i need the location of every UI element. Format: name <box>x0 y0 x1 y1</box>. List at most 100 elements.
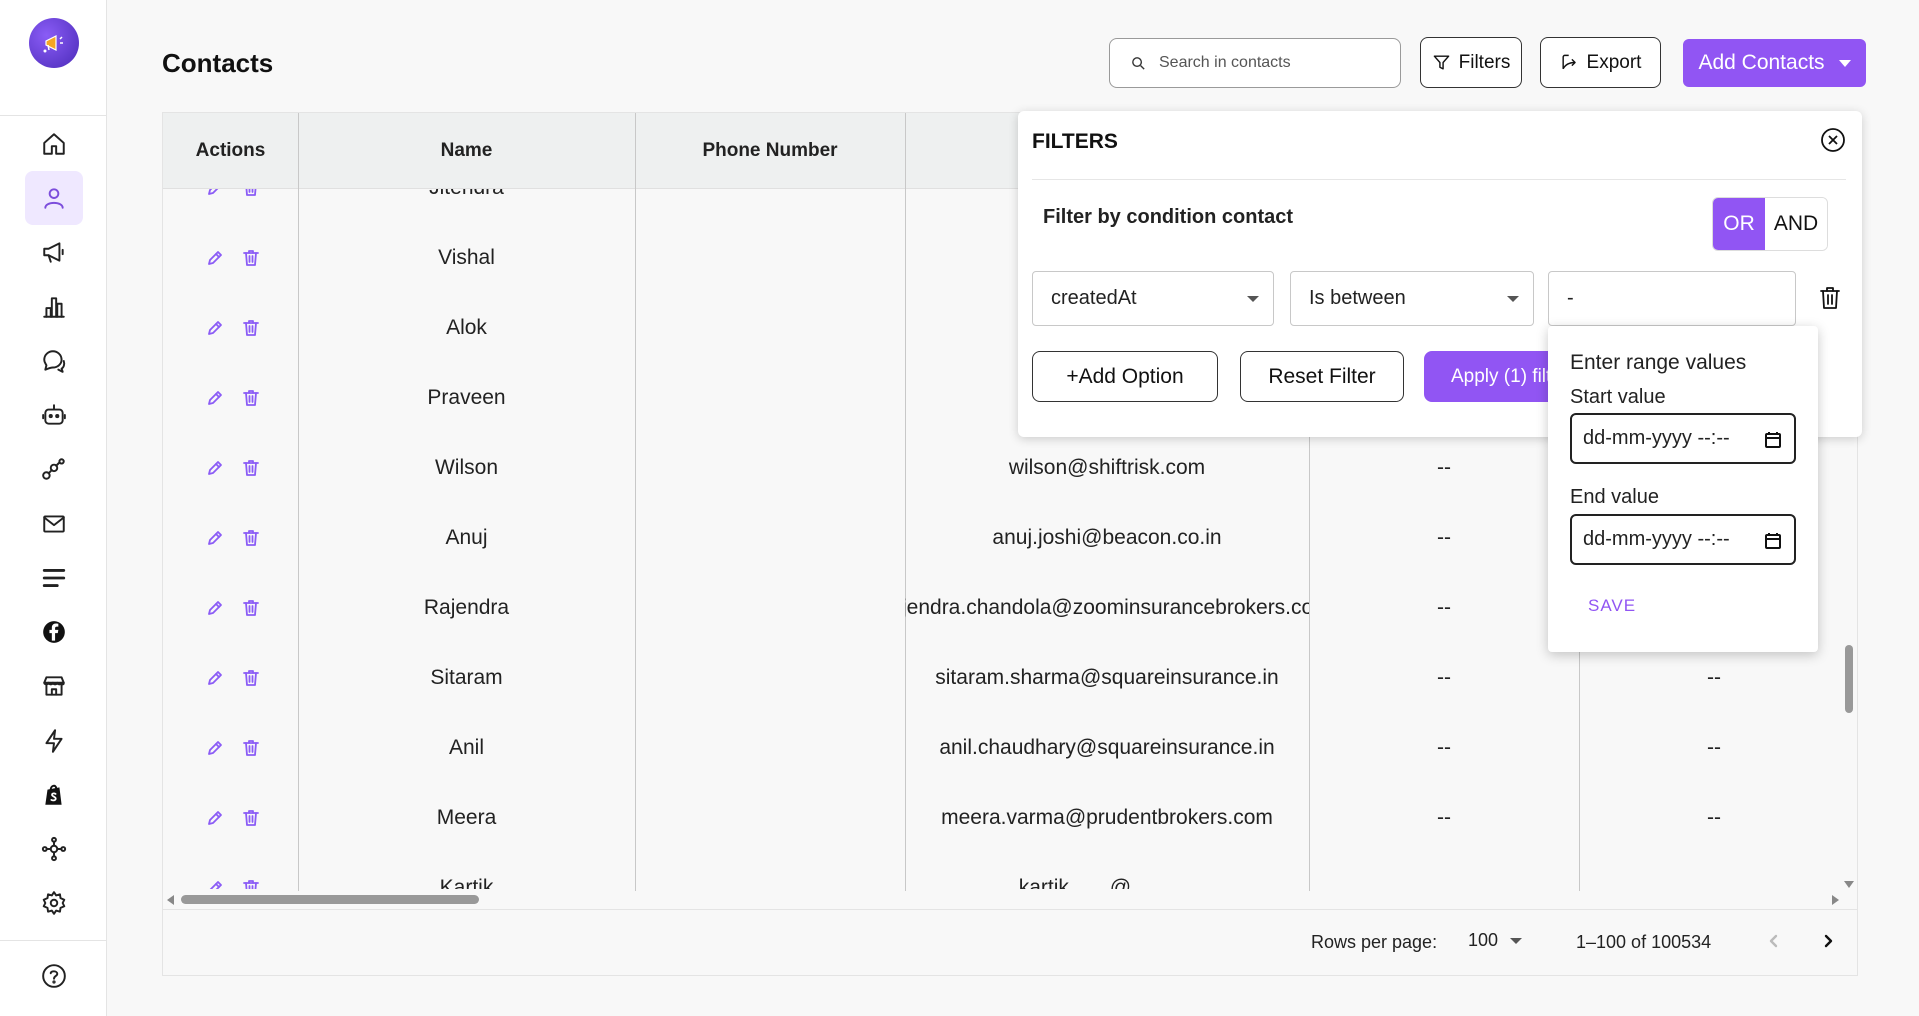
bar-chart-icon <box>43 297 65 318</box>
filter-funnel-icon <box>1433 55 1449 70</box>
scroll-left-arrow-icon[interactable] <box>167 895 174 905</box>
end-value-input[interactable]: dd-mm-yyyy --:-- <box>1570 514 1796 565</box>
chevron-right-icon <box>1824 934 1833 948</box>
edit-icon[interactable] <box>205 878 225 889</box>
delete-icon[interactable] <box>241 388 261 408</box>
table-row[interactable]: Anil anil.chaudhary@squareinsurance.in -- -… <box>163 713 1857 783</box>
cell-name: Meera <box>436 806 497 829</box>
edit-icon[interactable] <box>205 528 225 548</box>
filter-range-field[interactable]: - <box>1548 271 1796 326</box>
sidebar-item-email[interactable] <box>25 497 83 551</box>
filter-operator-select[interactable]: Is between <box>1290 271 1534 326</box>
delete-icon[interactable] <box>241 878 261 889</box>
logic-or-button[interactable]: OR <box>1713 198 1765 250</box>
cell-email: wilson@shiftrisk.com <box>1008 456 1206 479</box>
sidebar-item-bots[interactable] <box>25 388 83 442</box>
scroll-right-arrow-icon[interactable] <box>1832 895 1839 905</box>
next-page-button[interactable] <box>1813 926 1843 956</box>
vertical-scrollbar[interactable] <box>1843 533 1855 893</box>
chevron-left-icon <box>1769 934 1778 948</box>
vertical-scroll-thumb[interactable] <box>1845 645 1853 713</box>
logic-and-button[interactable]: AND <box>1765 198 1827 250</box>
add-contacts-label: Add Contacts <box>1698 51 1825 74</box>
edit-icon[interactable] <box>205 318 225 338</box>
table-row[interactable]: Kartik kartik.......@........... <box>163 853 1857 889</box>
edit-icon[interactable] <box>205 458 225 478</box>
horizontal-scrollbar[interactable] <box>163 891 1857 907</box>
cell-phone <box>635 223 905 293</box>
cell-email: sitaram.sharma@squareinsurance.in <box>935 666 1279 689</box>
row-actions <box>163 189 303 223</box>
start-value-input[interactable]: dd-mm-yyyy --:-- <box>1570 413 1796 464</box>
cell-name: Wilson <box>434 456 498 479</box>
flow-icon <box>42 458 65 480</box>
add-contacts-button[interactable]: Add Contacts <box>1683 39 1866 87</box>
cell-name: Rajendra <box>423 596 510 619</box>
cell-email: rajendra.chandola@zoominsurancebrokers.c… <box>905 596 1309 619</box>
row-actions <box>163 223 303 293</box>
sidebar-item-help[interactable] <box>25 949 83 1003</box>
delete-icon[interactable] <box>241 598 261 618</box>
apply-filter-button[interactable]: Apply (1) filter <box>1424 351 1566 402</box>
filter-field-select[interactable]: createdAt <box>1032 271 1274 326</box>
search-input[interactable] <box>1159 54 1399 72</box>
row-actions <box>163 363 303 433</box>
calendar-icon[interactable] <box>1764 431 1782 449</box>
app-logo[interactable] <box>29 18 79 68</box>
calendar-icon[interactable] <box>1764 532 1782 550</box>
delete-icon[interactable] <box>241 738 261 758</box>
column-header-phone[interactable]: Phone Number <box>635 113 905 189</box>
sidebar-item-home[interactable] <box>25 117 83 171</box>
edit-icon[interactable] <box>205 189 225 198</box>
cell-phone <box>635 643 905 713</box>
cell-email: anuj.joshi@beacon.co.in <box>992 526 1222 549</box>
edit-icon[interactable] <box>205 668 225 688</box>
scroll-down-arrow-icon[interactable] <box>1844 881 1854 888</box>
sidebar-item-templates[interactable] <box>25 551 83 605</box>
delete-icon[interactable] <box>241 668 261 688</box>
close-filters-button[interactable] <box>1820 127 1846 153</box>
edit-icon[interactable] <box>205 598 225 618</box>
sidebar-item-contacts[interactable] <box>25 171 83 225</box>
row-actions <box>163 853 303 889</box>
edit-icon[interactable] <box>205 738 225 758</box>
filter-operator-value: Is between <box>1309 287 1406 309</box>
cell-phone <box>635 363 905 433</box>
previous-page-button[interactable] <box>1759 926 1789 956</box>
sidebar-item-integrations[interactable] <box>25 822 83 876</box>
column-header-name[interactable]: Name <box>298 113 635 189</box>
rows-per-page-select[interactable]: 100 <box>1468 930 1523 951</box>
search-box[interactable] <box>1109 38 1401 88</box>
delete-icon[interactable] <box>241 248 261 268</box>
table-row[interactable]: Meera meera.varma@prudentbrokers.com -- -- <box>163 783 1857 853</box>
sidebar-item-store[interactable] <box>25 659 83 713</box>
delete-icon[interactable] <box>241 808 261 828</box>
cell-column-4: -- <box>1437 806 1451 829</box>
sidebar-item-facebook[interactable] <box>25 605 83 659</box>
delete-icon[interactable] <box>241 318 261 338</box>
table-row[interactable]: Sitaram sitaram.sharma@squareinsurance.in… <box>163 643 1857 713</box>
delete-icon[interactable] <box>241 528 261 548</box>
filters-button[interactable]: Filters <box>1420 37 1522 88</box>
add-option-button[interactable]: +Add Option <box>1032 351 1218 402</box>
delete-condition-button[interactable] <box>1818 285 1844 313</box>
reset-filter-button[interactable]: Reset Filter <box>1240 351 1404 402</box>
delete-icon[interactable] <box>241 189 261 198</box>
cell-name: Anuj <box>445 526 488 549</box>
filter-field-value: createdAt <box>1051 287 1137 309</box>
sidebar-item-automation[interactable] <box>25 714 83 768</box>
export-button[interactable]: Export <box>1540 37 1661 88</box>
column-header-actions[interactable]: Actions <box>163 113 298 189</box>
sidebar-item-shopify[interactable] <box>25 768 83 822</box>
sidebar-item-campaigns[interactable] <box>25 225 83 279</box>
edit-icon[interactable] <box>205 248 225 268</box>
sidebar-item-analytics[interactable] <box>25 280 83 334</box>
delete-icon[interactable] <box>241 458 261 478</box>
edit-icon[interactable] <box>205 388 225 408</box>
save-range-button[interactable]: SAVE <box>1588 596 1636 616</box>
sidebar-item-settings[interactable] <box>25 876 83 930</box>
horizontal-scroll-thumb[interactable] <box>181 895 479 904</box>
sidebar-item-inbox[interactable] <box>25 334 83 388</box>
edit-icon[interactable] <box>205 808 225 828</box>
sidebar-item-flows[interactable] <box>25 442 83 496</box>
